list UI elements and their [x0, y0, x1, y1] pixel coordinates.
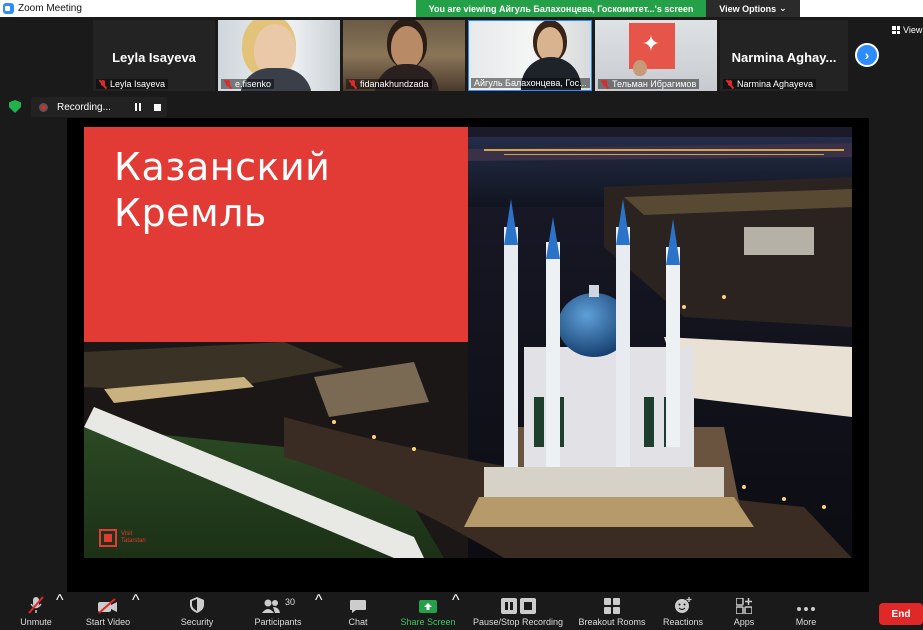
participant-strip: Leyla Isayeva Leyla Isayeva e.fisenko fi…	[0, 17, 923, 92]
view-options-button[interactable]: View Options ⌄	[706, 0, 800, 17]
stop-recording-icon[interactable]	[154, 103, 161, 111]
participant-tile[interactable]: fidanakhundzada	[343, 20, 465, 91]
participants-count: 30	[284, 597, 295, 607]
logo-line2: Tatarstan	[121, 538, 146, 544]
share-viewing-banner: You are viewing Айгуль Балахонцева, Госк…	[416, 0, 706, 17]
apps-icon	[736, 598, 752, 614]
reactions-button[interactable]: Reactions	[658, 592, 708, 630]
meeting-toolbar: Unmute ^ Start Video ^ Security 30 Parti…	[0, 592, 923, 630]
participant-label: Narmina Aghayeva	[723, 79, 817, 89]
view-options-label: View Options	[719, 3, 777, 14]
recording-indicator: Recording...	[31, 97, 167, 117]
reactions-label: Reactions	[662, 617, 704, 627]
audio-options-caret-icon[interactable]: ^	[56, 592, 64, 630]
share-screen-label: Share Screen	[400, 617, 456, 627]
participant-name-display: Narmina Aghay...	[731, 50, 837, 65]
video-options-caret-icon[interactable]: ^	[132, 592, 140, 630]
chat-icon	[350, 600, 366, 613]
pause-stop-recording-label: Pause/Stop Recording	[472, 617, 564, 627]
participant-tile[interactable]: ✦ Тельман Ибрагимов	[595, 20, 717, 91]
chevron-down-icon: ⌄	[779, 3, 787, 13]
participants-options-caret-icon[interactable]: ^	[315, 592, 323, 630]
unmute-label: Unmute	[20, 617, 52, 627]
mic-muted-icon	[349, 79, 357, 89]
participant-tile-active[interactable]: Айгуль Балахонцева, Гос...	[468, 20, 592, 91]
breakout-rooms-button[interactable]: Breakout Rooms	[574, 592, 650, 630]
apps-button[interactable]: Apps	[724, 592, 764, 630]
share-screen-button[interactable]: Share Screen	[396, 592, 460, 630]
participant-video	[391, 26, 423, 68]
video-off-icon	[98, 598, 117, 614]
mic-muted-icon	[224, 79, 232, 89]
participant-label: e.fisenko	[221, 79, 275, 89]
apps-label: Apps	[733, 617, 755, 627]
logo-text: Visit Tatarstan	[121, 531, 146, 545]
slide-title-line2: Кремль	[114, 191, 267, 235]
share-options-caret-icon[interactable]: ^	[452, 592, 460, 630]
slide-title-box: Казанский Кремль	[84, 127, 468, 342]
grid-view-icon	[892, 26, 900, 34]
record-dot-icon	[39, 102, 48, 112]
recording-status: Recording...	[57, 101, 111, 113]
reactions-icon	[675, 597, 692, 613]
pause-icon	[500, 598, 517, 614]
shared-slide: Казанский Кремль Visit Tatarstan	[84, 127, 852, 558]
pause-recording-icon[interactable]	[134, 103, 142, 111]
chat-label: Chat	[348, 617, 368, 627]
participant-label: fidanakhundzada	[346, 79, 432, 89]
more-button[interactable]: More	[786, 592, 826, 630]
share-screen-icon	[419, 600, 437, 613]
unmute-button[interactable]: Unmute	[14, 592, 58, 630]
view-switch-label: View	[903, 25, 923, 35]
participant-video-person	[633, 60, 647, 76]
stop-icon	[519, 598, 536, 614]
participant-video	[537, 27, 563, 61]
start-video-label: Start Video	[85, 617, 131, 627]
star-logo-icon: ✦	[641, 31, 661, 56]
more-label: More	[795, 617, 817, 627]
mic-off-icon	[28, 596, 44, 614]
breakout-rooms-icon	[604, 598, 620, 614]
tatarstan-logo-icon	[99, 529, 117, 547]
breakout-rooms-label: Breakout Rooms	[578, 617, 646, 627]
chevron-right-icon: ›	[864, 47, 870, 63]
participant-label: Айгуль Балахонцева, Гос...	[471, 78, 590, 88]
participant-tile[interactable]: e.fisenko	[218, 20, 340, 91]
logo-line1: Visit	[121, 531, 133, 537]
participants-icon	[261, 599, 280, 613]
window-title: Zoom Meeting	[18, 3, 82, 14]
mic-muted-icon	[601, 79, 609, 89]
chat-button[interactable]: Chat	[340, 592, 376, 630]
mic-muted-icon	[99, 79, 107, 89]
pause-stop-recording-button[interactable]: Pause/Stop Recording	[470, 592, 566, 630]
security-label: Security	[180, 617, 214, 627]
participant-tile[interactable]: Leyla Isayeva Leyla Isayeva	[93, 20, 215, 91]
security-button[interactable]: Security	[172, 592, 222, 630]
end-meeting-button[interactable]: End	[879, 603, 923, 625]
participant-tile[interactable]: Narmina Aghay... Narmina Aghayeva	[720, 20, 848, 91]
participant-label: Leyla Isayeva	[96, 79, 169, 89]
view-switch-button[interactable]: View	[892, 25, 922, 35]
start-video-button[interactable]: Start Video	[80, 592, 136, 630]
participant-label: Тельман Ибрагимов	[598, 79, 700, 89]
encryption-shield-icon[interactable]	[9, 100, 21, 113]
visit-tatarstan-logo: Visit Tatarstan	[99, 529, 146, 547]
participant-name-display: Leyla Isayeva	[112, 50, 196, 65]
mic-muted-icon	[726, 79, 734, 89]
more-dots-icon	[797, 607, 815, 611]
zoom-app-icon	[3, 3, 14, 14]
participants-label: Participants	[254, 617, 302, 627]
participants-button[interactable]: 30 Participants	[250, 592, 306, 630]
next-page-button[interactable]: ›	[855, 43, 879, 67]
shield-icon	[190, 597, 204, 613]
slide-title-line1: Казанский	[114, 145, 331, 189]
